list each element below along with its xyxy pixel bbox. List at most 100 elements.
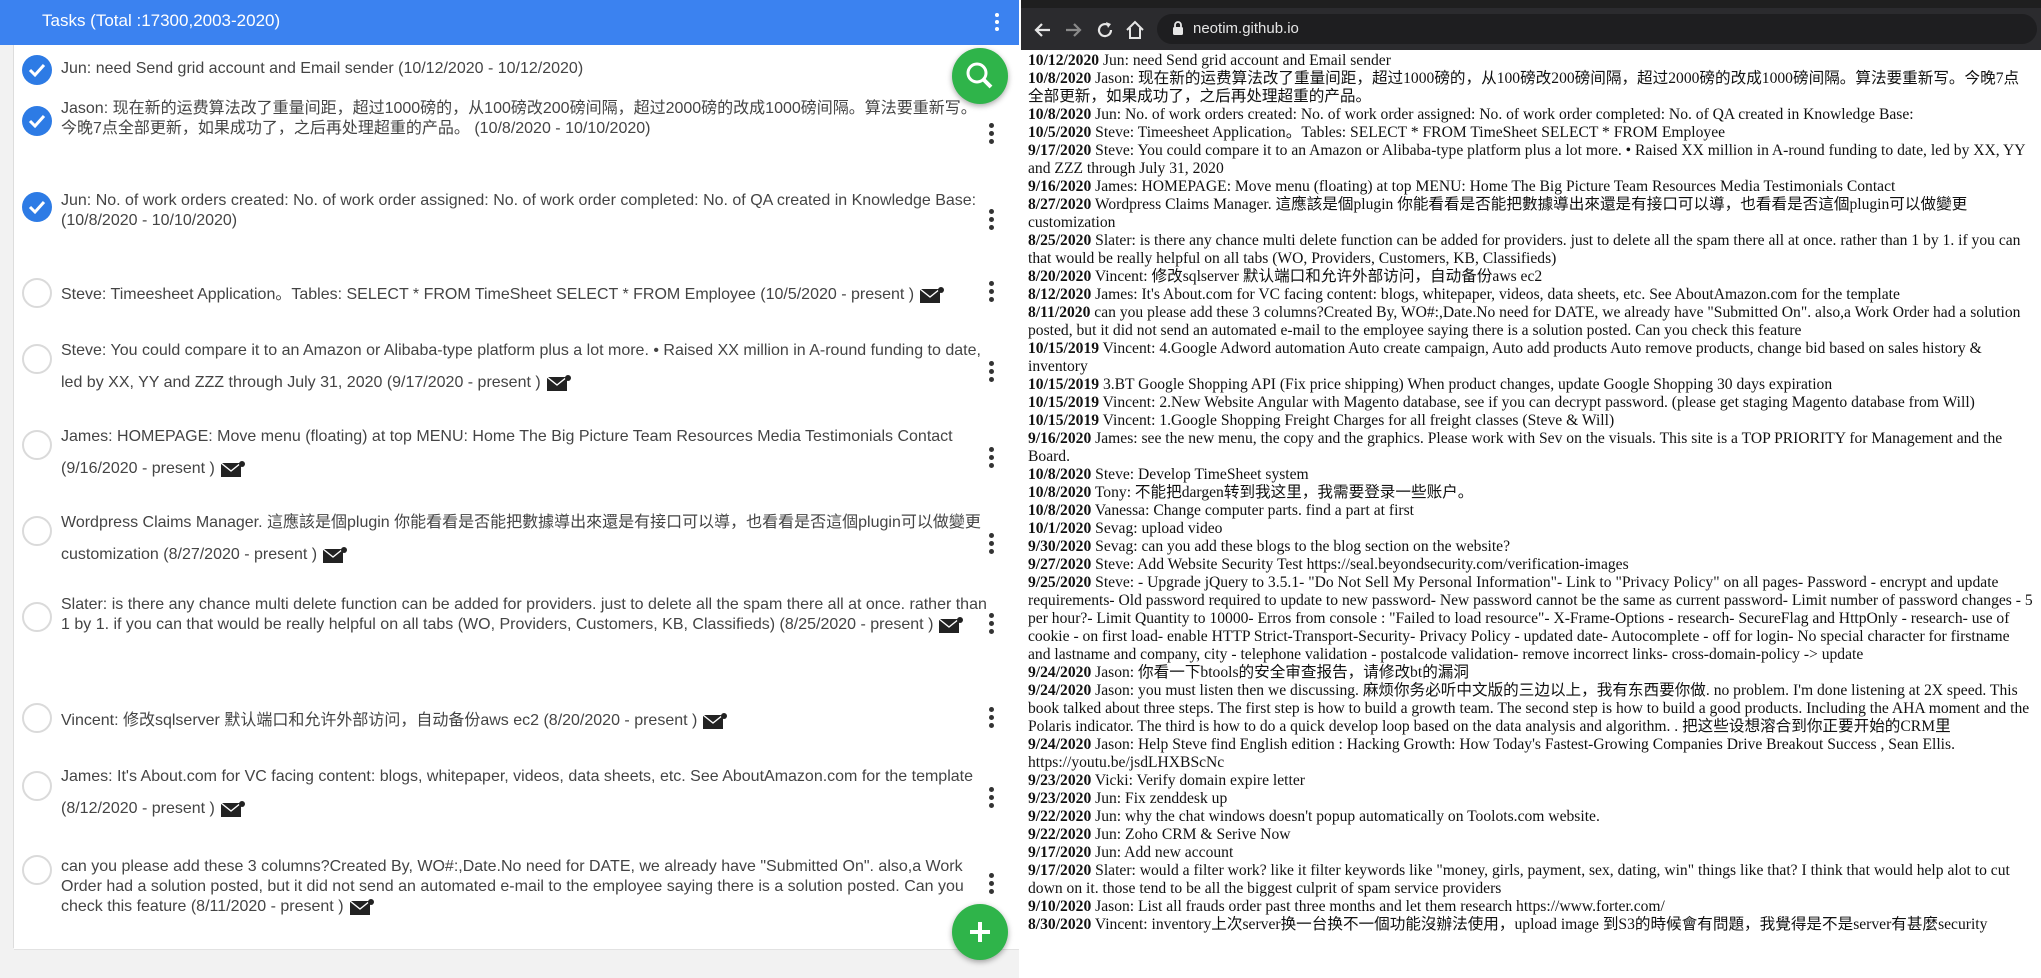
more-vert-icon[interactable] [985, 361, 997, 385]
log-date: 9/27/2020 [1028, 556, 1092, 573]
task-row[interactable]: James: HOMEPAGE: Move menu (floating) at… [14, 417, 1019, 504]
log-date: 8/11/2020 [1028, 304, 1091, 321]
log-text: Steve: You could compare it to an Amazon… [1028, 142, 2025, 177]
more-vert-icon[interactable] [990, 11, 1004, 33]
log-entry: 9/10/2020 Jason: List all frauds order p… [1028, 898, 2033, 916]
log-entry: 10/15/2019 Vincent: 1.Google Shopping Fr… [1028, 412, 2033, 430]
task-text: can you please add these 3 columns?Creat… [61, 858, 964, 915]
log-date: 8/12/2020 [1028, 286, 1092, 303]
log-date: 10/15/2019 [1028, 340, 1100, 357]
log-entry: 9/16/2020 James: HOMEPAGE: Move menu (fl… [1028, 178, 2033, 196]
log-date: 9/24/2020 [1028, 736, 1092, 753]
log-date: 8/25/2020 [1028, 232, 1092, 249]
task-row[interactable]: Steve: Timeesheet Application。Tables: SE… [14, 265, 1019, 332]
task-row[interactable]: Jun: No. of work orders created: No. of … [14, 179, 1019, 266]
task-text: Jun: need Send grid account and Email se… [61, 60, 584, 77]
log-entry: 9/17/2020 Slater: would a filter work? l… [1028, 862, 2033, 898]
log-date: 8/30/2020 [1028, 916, 1092, 933]
more-vert-icon[interactable] [985, 533, 997, 557]
log-text: Slater: is there any chance multi delete… [1028, 232, 2021, 267]
add-task-fab-button[interactable] [952, 904, 1008, 960]
mail-icon[interactable] [220, 800, 245, 817]
mail-icon[interactable] [349, 898, 374, 915]
log-text: Vincent: 4.Google Adword automation Auto… [1028, 340, 1982, 375]
log-entry: 8/20/2020 Vincent: 修改sqlserver 默认端口和允许外部… [1028, 268, 2033, 286]
more-vert-icon[interactable] [985, 123, 997, 147]
task-list: Jun: need Send grid account and Email se… [13, 45, 1019, 950]
log-text: Steve: Develop TimeSheet system [1091, 466, 1309, 483]
checked-icon[interactable] [22, 192, 52, 222]
log-entry: 9/25/2020 Steve: - Upgrade jQuery to 3.5… [1028, 574, 2033, 664]
unchecked-circle-icon[interactable] [22, 703, 52, 733]
unchecked-circle-icon[interactable] [22, 278, 52, 308]
log-entry: 8/30/2020 Vincent: inventory上次server换一台换… [1028, 916, 2033, 934]
task-row[interactable]: James: It's About.com for VC facing cont… [14, 757, 1019, 844]
unchecked-circle-icon[interactable] [22, 855, 52, 885]
more-vert-icon[interactable] [985, 873, 997, 897]
log-text: Jun: why the chat windows doesn't popup … [1091, 808, 1600, 825]
task-row[interactable]: Vincent: 修改sqlserver 默认端口和允许外部访问，自动备份aws… [14, 691, 1019, 758]
more-vert-icon[interactable] [985, 209, 997, 233]
mail-icon[interactable] [323, 546, 348, 563]
log-entry: 10/8/2020 Vanessa: Change computer parts… [1028, 502, 2033, 520]
mail-icon[interactable] [939, 616, 964, 633]
log-date: 10/1/2020 [1028, 520, 1092, 537]
task-row[interactable]: can you please add these 3 columns?Creat… [14, 843, 1019, 950]
reload-icon[interactable] [1093, 18, 1117, 42]
task-text: Jason: 现在新的运费算法改了重量间距，超过1000磅的，从100磅改200… [61, 100, 977, 137]
log-text: Jun: Fix zenddesk up [1091, 790, 1228, 807]
log-text: can you please add these 3 columns?Creat… [1028, 304, 2021, 339]
log-text: Slater: would a filter work? like it fil… [1028, 862, 2010, 897]
more-vert-icon[interactable] [985, 281, 997, 305]
back-arrow-icon[interactable] [1031, 18, 1055, 42]
unchecked-circle-icon[interactable] [22, 430, 52, 460]
log-entry: 9/16/2020 James: see the new menu, the c… [1028, 430, 2033, 466]
task-row[interactable]: Jason: 现在新的运费算法改了重量间距，超过1000磅的，从100磅改200… [14, 93, 1019, 180]
more-vert-icon[interactable] [985, 447, 997, 471]
log-text: Jason: you must listen then we discussin… [1028, 682, 2030, 735]
log-text: Vanessa: Change computer parts. find a p… [1091, 502, 1415, 519]
app-bar: Tasks (Total :17300,2003-2020) [0, 0, 1019, 45]
log-entry: 9/23/2020 Vicki: Verify domain expire le… [1028, 772, 2033, 790]
log-date: 9/16/2020 [1028, 430, 1092, 447]
task-text: Vincent: 修改sqlserver 默认端口和允许外部访问，自动备份aws… [61, 705, 991, 737]
log-text: James: see the new menu, the copy and th… [1028, 430, 2003, 465]
log-entry: 9/30/2020 Sevag: can you add these blogs… [1028, 538, 2033, 556]
checked-icon[interactable] [22, 106, 52, 136]
mail-icon[interactable] [220, 460, 245, 477]
log-text: Vincent: inventory上次server换一台换不一個功能沒辦法使用… [1091, 916, 1988, 933]
log-entry: 10/8/2020 Jason: 现在新的运费算法改了重量间距，超过1000磅的… [1028, 70, 2033, 106]
unchecked-circle-icon[interactable] [22, 516, 52, 546]
tasks-app: Tasks (Total :17300,2003-2020) Jun: need… [0, 0, 1019, 978]
search-fab-button[interactable] [952, 48, 1008, 104]
home-icon[interactable] [1123, 18, 1147, 42]
log-text: Steve: Timeesheet Application。Tables: SE… [1091, 124, 1726, 141]
mail-icon[interactable] [703, 712, 728, 729]
task-row[interactable]: Wordpress Claims Manager. 這應該是個plugin 你能… [14, 503, 1019, 590]
forward-arrow-icon[interactable] [1061, 18, 1085, 42]
task-text: Steve: Timeesheet Application。Tables: SE… [61, 279, 991, 311]
more-vert-icon[interactable] [985, 787, 997, 811]
checked-icon[interactable] [22, 55, 52, 85]
task-row[interactable]: Slater: is there any chance multi delete… [14, 589, 1019, 692]
log-text: Jun: need Send grid account and Email se… [1099, 52, 1391, 69]
task-row[interactable]: Steve: You could compare it to an Amazon… [14, 331, 1019, 418]
log-text: James: It's About.com for VC facing cont… [1091, 286, 1900, 303]
unchecked-circle-icon[interactable] [22, 344, 52, 374]
log-entry: 10/15/2019 Vincent: 4.Google Adword auto… [1028, 340, 2033, 376]
task-text: James: It's About.com for VC facing cont… [61, 768, 973, 817]
mail-icon[interactable] [546, 374, 571, 391]
more-vert-icon[interactable] [985, 613, 997, 637]
log-date: 10/15/2019 [1028, 376, 1100, 393]
task-row[interactable]: Jun: need Send grid account and Email se… [14, 45, 1019, 94]
more-vert-icon[interactable] [985, 707, 997, 731]
log-entry: 8/25/2020 Slater: is there any chance mu… [1028, 232, 2033, 268]
unchecked-circle-icon[interactable] [22, 771, 52, 801]
log-text: Vicki: Verify domain expire letter [1091, 772, 1305, 789]
log-date: 10/8/2020 [1028, 70, 1092, 87]
address-bar[interactable]: neotim.github.io [1157, 14, 2037, 44]
log-date: 9/30/2020 [1028, 538, 1092, 555]
browser-window: neotim.github.io 10/12/2020 Jun: need Se… [1021, 0, 2041, 978]
mail-icon[interactable] [920, 286, 945, 303]
unchecked-circle-icon[interactable] [22, 602, 52, 632]
